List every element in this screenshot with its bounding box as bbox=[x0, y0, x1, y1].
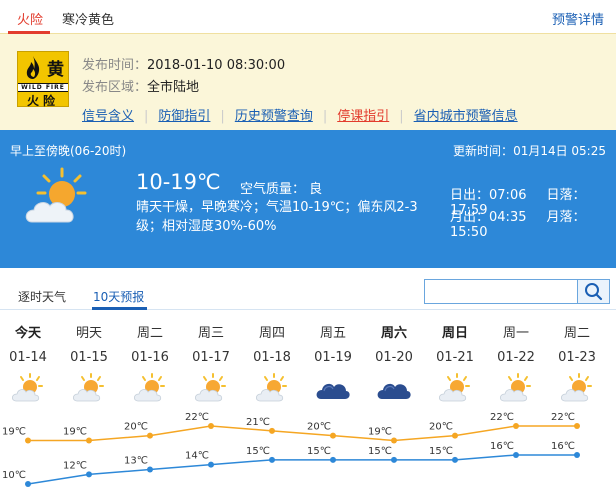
high-temp-point bbox=[86, 437, 92, 444]
high-temp-point bbox=[147, 432, 153, 439]
low-temp-point bbox=[330, 456, 336, 463]
low-temp-point bbox=[574, 452, 580, 458]
link-school-suspension[interactable]: 停课指引 bbox=[337, 109, 389, 124]
warning-tabs-bar: 火险 寒冷黄色 预警详情 bbox=[0, 0, 616, 34]
air-quality: 空气质量： 良 bbox=[240, 178, 322, 197]
high-temp-label: 22℃ bbox=[490, 412, 514, 423]
moonset-value: 15:50 bbox=[450, 225, 488, 240]
tab-hourly-weather[interactable]: 逐时天气 bbox=[18, 288, 66, 305]
low-temp-line bbox=[27, 454, 577, 485]
high-temp-point bbox=[452, 432, 458, 439]
low-temp-label: 14℃ bbox=[185, 451, 209, 462]
publish-time-label: 发布时间： bbox=[82, 58, 148, 73]
sunrise-value: 07:06 bbox=[489, 188, 527, 203]
high-temp-point bbox=[330, 432, 336, 439]
low-temp-point bbox=[147, 466, 153, 473]
high-temp-label: 21℃ bbox=[246, 417, 270, 428]
flame-icon bbox=[26, 56, 40, 79]
temperature-chart: 19℃ 19℃ 20℃ 22℃ 21℃ 20℃ 19℃ 20℃ 22℃ 22℃ 10℃ 12℃ 13℃ 1… bbox=[2, 412, 580, 487]
high-temp-line bbox=[28, 425, 577, 442]
link-defense-guide[interactable]: 防御指引 bbox=[158, 109, 210, 124]
high-temp-label: 20℃ bbox=[429, 422, 453, 433]
link-history-query[interactable]: 历史预警查询 bbox=[235, 109, 313, 124]
link-province-warnings[interactable]: 省内城市预警信息 bbox=[414, 109, 518, 124]
moonrise-label: 月出： bbox=[450, 210, 490, 225]
badge-level-char: 黄 bbox=[47, 60, 64, 80]
region-value: 全市陆地 bbox=[147, 80, 200, 95]
moonrise-value: 04:35 bbox=[489, 210, 527, 225]
high-temp-point bbox=[513, 423, 519, 429]
low-temp-point bbox=[86, 471, 92, 478]
air-quality-value: 良 bbox=[309, 182, 323, 197]
low-temp-label: 15℃ bbox=[246, 446, 270, 457]
moonset-label: 月落： bbox=[546, 210, 586, 225]
high-temp-point bbox=[574, 423, 580, 429]
update-time-value: 01月14日 05:25 bbox=[513, 144, 606, 158]
high-temp-label: 22℃ bbox=[185, 412, 209, 423]
low-temp-label: 15℃ bbox=[307, 446, 331, 457]
warning-details-link[interactable]: 预警详情 bbox=[552, 9, 604, 28]
link-signal-meaning[interactable]: 信号含义 bbox=[82, 109, 134, 124]
moon-times: 月出：04:35 月落： 15:50 bbox=[450, 206, 616, 240]
low-temp-point bbox=[452, 456, 458, 463]
low-temp-point bbox=[391, 456, 397, 463]
badge-chinese-text: 火险 bbox=[26, 94, 59, 108]
tab-10-day-forecast[interactable]: 10天预报 bbox=[93, 288, 144, 305]
badge-english-text: WILD FIRE bbox=[18, 83, 68, 92]
high-temp-point bbox=[391, 437, 397, 444]
publish-time-row: 发布时间：2018-01-10 08:30:00 bbox=[82, 54, 285, 73]
low-temp-label: 16℃ bbox=[551, 441, 575, 452]
high-temp-point bbox=[208, 423, 214, 429]
low-temp-point bbox=[269, 456, 275, 463]
search-button[interactable] bbox=[577, 280, 609, 303]
weather-description: 晴天干燥，早晚寒冷；气温10-19℃；偏东风2-3级；相对湿度30%-60% bbox=[136, 200, 418, 234]
region-label: 发布区域： bbox=[82, 80, 148, 95]
tab-fire-risk[interactable]: 火险 bbox=[17, 9, 43, 28]
high-temp-label: 19℃ bbox=[368, 427, 392, 438]
update-time: 更新时间：01月14日 05:25 bbox=[453, 142, 606, 159]
air-quality-label: 空气质量： bbox=[240, 182, 306, 197]
current-weather-panel: 早上至傍晚(06-20时) 更新时间：01月14日 05:25 10-19℃ 空… bbox=[0, 130, 616, 268]
high-temp-label: 20℃ bbox=[124, 422, 148, 433]
ten-day-forecast: 今天 01-14 明天 01-15 周二 01-16 周三 01-17 周四 01-18 周五 01-… bbox=[0, 310, 616, 500]
tab-cold-yellow[interactable]: 寒冷黄色 bbox=[62, 9, 114, 28]
sunrise-label: 日出： bbox=[450, 188, 490, 203]
high-temp-label: 19℃ bbox=[63, 427, 87, 438]
forecast-period: 早上至傍晚(06-20时) bbox=[10, 144, 127, 158]
high-temp-label: 22℃ bbox=[551, 412, 575, 423]
publish-time-value: 2018-01-10 08:30:00 bbox=[147, 58, 286, 73]
low-temp-label: 15℃ bbox=[368, 446, 392, 457]
update-time-label: 更新时间： bbox=[453, 144, 514, 158]
search-icon bbox=[585, 283, 603, 301]
low-temp-point bbox=[25, 481, 31, 487]
search-input[interactable] bbox=[425, 280, 575, 303]
high-temp-label: 20℃ bbox=[307, 422, 331, 433]
high-temp-point bbox=[269, 427, 275, 434]
warning-links: 信号含义 | 防御指引 | 历史预警查询 | 停课指引 | 省内城市预警信息 bbox=[82, 109, 518, 124]
current-temp-range: 10-19℃ bbox=[136, 170, 221, 194]
low-temp-point bbox=[208, 461, 214, 468]
low-temp-label: 15℃ bbox=[429, 446, 453, 457]
low-temp-label: 12℃ bbox=[63, 460, 87, 471]
low-temp-label: 10℃ bbox=[2, 470, 26, 481]
warning-panel: 黄 WILD FIRE 火险 发布时间：2018-01-10 08:30:00 … bbox=[0, 34, 616, 130]
sunny-cloudy-icon bbox=[25, 167, 87, 223]
city-search-box bbox=[424, 279, 610, 304]
fire-warning-badge-icon: 黄 WILD FIRE 火险 bbox=[17, 51, 69, 108]
sunset-label: 日落： bbox=[546, 188, 586, 203]
high-temp-point bbox=[25, 437, 31, 444]
low-temp-point bbox=[513, 452, 519, 458]
low-temp-label: 16℃ bbox=[490, 441, 514, 452]
region-row: 发布区域：全市陆地 bbox=[82, 76, 199, 95]
low-temp-label: 13℃ bbox=[124, 456, 148, 467]
high-temp-label: 19℃ bbox=[2, 427, 26, 438]
